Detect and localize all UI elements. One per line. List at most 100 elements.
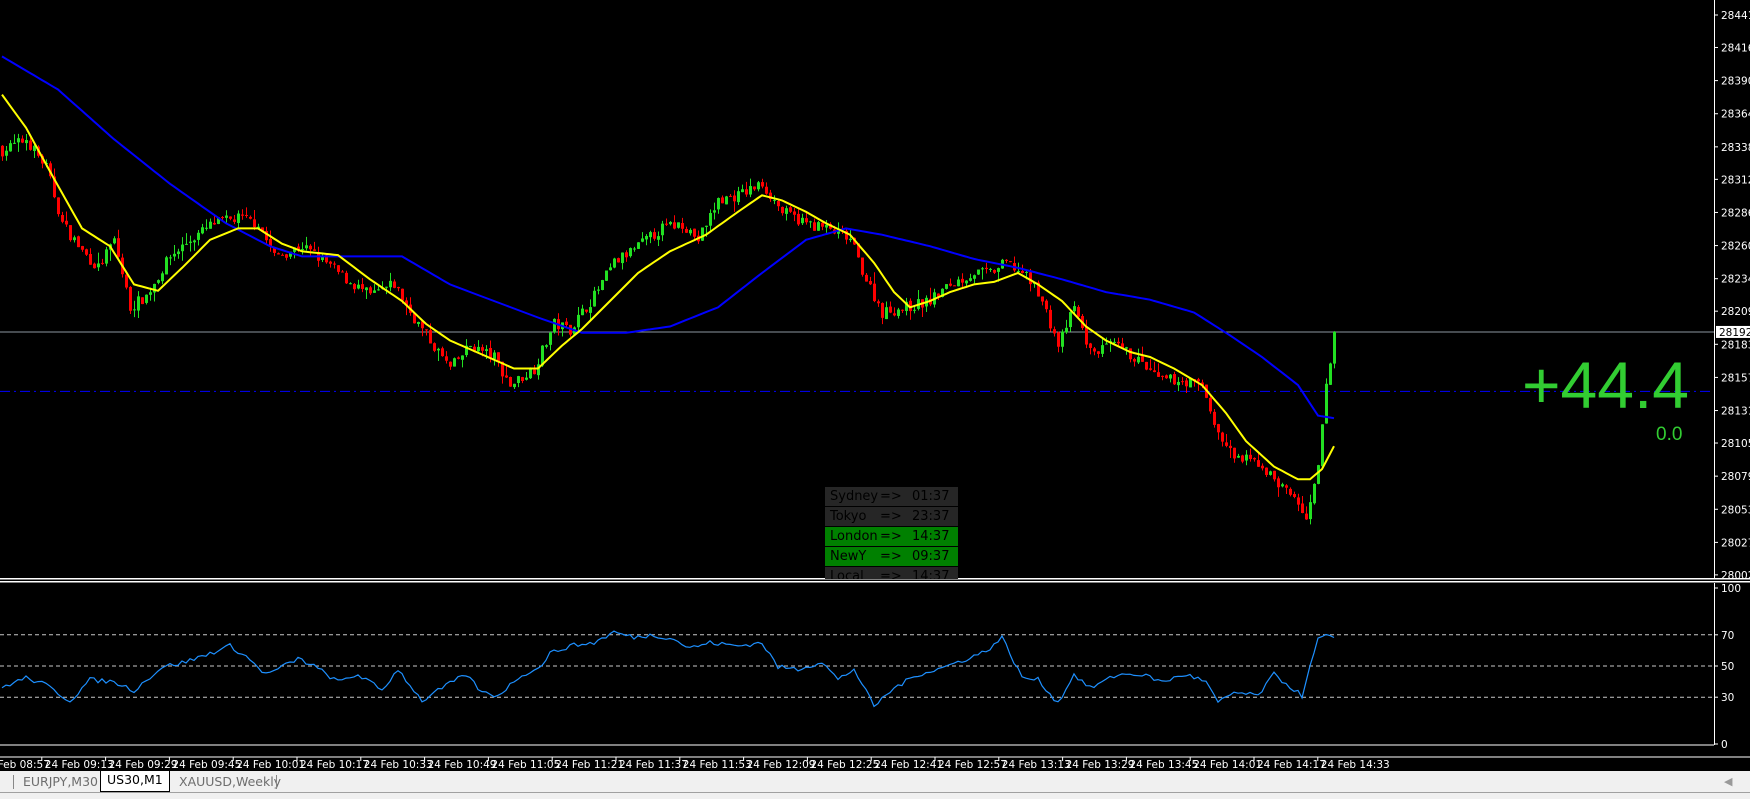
- candle-body: [197, 232, 200, 240]
- candle: [1245, 450, 1248, 466]
- candle-body: [1281, 484, 1284, 487]
- price-axis-label: 28053.5: [1721, 504, 1750, 516]
- candle: [761, 178, 764, 189]
- candle: [305, 236, 308, 251]
- candle: [193, 239, 196, 251]
- chart-canvas[interactable]: 28441.5 28416.0 28390.0 28364.0 28338.0 28312…: [0, 0, 1750, 770]
- candle: [1089, 342, 1092, 355]
- candle: [673, 215, 676, 230]
- candle-body: [1217, 424, 1220, 433]
- session-name: Local: [830, 569, 864, 579]
- candle: [365, 287, 368, 299]
- candle-body: [1029, 272, 1032, 285]
- session-arrow: =>: [880, 549, 902, 564]
- tab-eurjpy-m30[interactable]: EURJPY,M30: [23, 773, 98, 791]
- candle-body: [229, 216, 232, 219]
- candle-body: [353, 283, 356, 290]
- candle-body: [1261, 465, 1264, 469]
- candle: [1237, 453, 1240, 458]
- candle-body: [393, 281, 396, 288]
- candle-body: [657, 236, 660, 240]
- candle-body: [1277, 478, 1280, 488]
- candle: [133, 300, 136, 318]
- candle-body: [669, 221, 672, 225]
- candle-body: [737, 191, 740, 203]
- candle-body: [1173, 374, 1176, 385]
- candle-body: [1305, 513, 1308, 520]
- candle-body: [117, 238, 120, 257]
- tab-xauusd-weekly[interactable]: XAUUSD,Weekly: [179, 773, 281, 791]
- candle-body: [1005, 259, 1008, 261]
- candle-body: [65, 220, 68, 225]
- candle: [421, 321, 424, 337]
- candle: [677, 222, 680, 229]
- candle: [409, 297, 412, 316]
- candle-body: [825, 224, 828, 228]
- candle-body: [949, 283, 952, 286]
- candle: [793, 207, 796, 222]
- candle-body: [661, 223, 664, 236]
- time-axis-label: 24 Feb 13:29: [1066, 759, 1135, 770]
- candle-body: [705, 225, 708, 227]
- candle: [757, 180, 760, 192]
- candle: [1257, 453, 1260, 467]
- candle: [417, 321, 420, 327]
- candle-body: [1221, 432, 1224, 442]
- candle-body: [965, 280, 968, 284]
- candle: [881, 302, 884, 325]
- candle: [1093, 346, 1096, 356]
- candle: [497, 352, 500, 367]
- candle: [617, 257, 620, 263]
- candle-body: [1097, 351, 1100, 354]
- candle-body: [1165, 375, 1168, 379]
- candle: [285, 253, 288, 261]
- candle-body: [1333, 331, 1336, 364]
- candle-body: [469, 345, 472, 347]
- candle: [969, 273, 972, 282]
- candle: [389, 272, 392, 292]
- candle-body: [513, 383, 516, 388]
- candle-body: [253, 219, 256, 228]
- candle-body: [129, 286, 132, 311]
- candle: [1209, 395, 1212, 414]
- candle: [885, 301, 888, 320]
- candle-body: [445, 356, 448, 361]
- session-arrow: =>: [880, 509, 902, 524]
- tab-us30-m1[interactable]: US30,M1: [100, 771, 170, 792]
- candle: [993, 269, 996, 274]
- candle-body: [1089, 343, 1092, 348]
- candle-body: [817, 222, 820, 231]
- tabs-scroll-left-icon[interactable]: ◀: [1724, 775, 1732, 788]
- time-axis-label: 24 Feb 13:45: [1129, 759, 1198, 770]
- candle-body: [105, 249, 108, 264]
- candle: [301, 242, 304, 255]
- candle-body: [181, 244, 184, 252]
- candle: [205, 219, 208, 231]
- candle: [145, 294, 148, 305]
- candle-body: [609, 267, 612, 271]
- candle-body: [1273, 470, 1276, 480]
- candle-body: [777, 201, 780, 207]
- candle: [129, 286, 132, 315]
- candle-body: [1169, 374, 1172, 379]
- candle: [641, 232, 644, 243]
- time-axis-label: 24 Feb 11:21: [555, 759, 624, 770]
- candle-body: [61, 215, 64, 222]
- candle-body: [1057, 332, 1060, 347]
- candle-body: [233, 219, 236, 222]
- candle-body: [137, 296, 140, 311]
- candle: [725, 195, 728, 205]
- candle: [561, 322, 564, 337]
- candle-body: [113, 238, 116, 244]
- tab-separator: [276, 775, 277, 789]
- candle: [185, 233, 188, 245]
- candle-body: [1009, 261, 1012, 263]
- candle: [525, 371, 528, 381]
- candle-body: [333, 263, 336, 265]
- candle: [453, 357, 456, 367]
- candle: [25, 134, 28, 151]
- candle: [437, 347, 440, 362]
- candle-body: [793, 211, 796, 215]
- candle-body: [741, 189, 744, 193]
- candle-body: [1017, 271, 1020, 273]
